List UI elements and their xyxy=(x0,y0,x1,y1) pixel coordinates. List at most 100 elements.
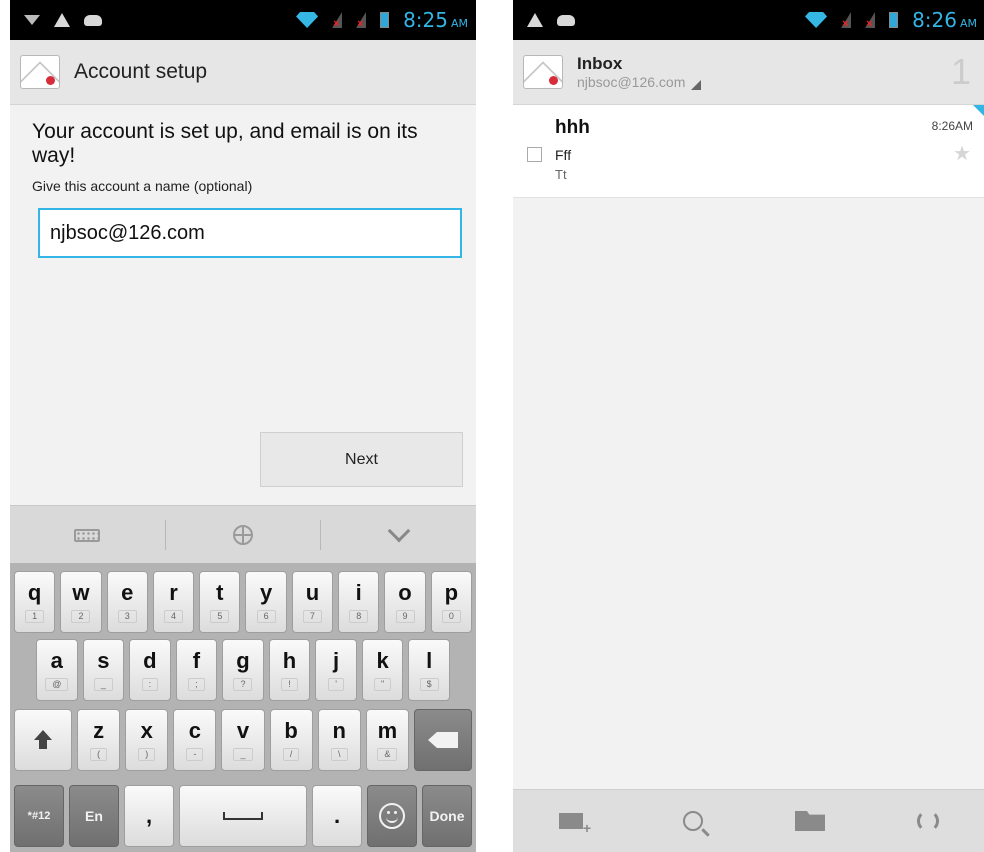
key-c[interactable]: c- xyxy=(173,709,217,771)
battery-icon xyxy=(380,12,390,28)
hide-keyboard-button[interactable] xyxy=(321,519,476,543)
message-checkbox[interactable] xyxy=(527,147,542,162)
key-sub-label: 4 xyxy=(164,609,184,623)
plus-icon: + xyxy=(582,820,591,836)
signal-icon xyxy=(356,12,366,30)
key-z[interactable]: z( xyxy=(77,709,121,771)
key-w[interactable]: w2 xyxy=(60,571,102,633)
signal-icon xyxy=(865,12,875,30)
action-bar: Account setup xyxy=(10,40,476,105)
key-e[interactable]: e3 xyxy=(106,571,148,633)
key-label: s xyxy=(97,647,110,673)
refresh-icon[interactable] xyxy=(917,810,939,832)
keyboard-row-4: *#12 En , . Done xyxy=(14,785,472,847)
key-sub-label: 6 xyxy=(256,609,276,623)
keyboard-switch-button[interactable] xyxy=(10,528,165,542)
key-m[interactable]: m & xyxy=(365,709,409,771)
account-name-input[interactable] xyxy=(38,208,462,258)
key-sub-label: 3 xyxy=(117,609,137,623)
symbols-key[interactable]: *#12 xyxy=(14,785,64,847)
keyboard-row-1: q1w2e3r4t5y6u7i8o9p0 xyxy=(14,571,472,633)
keyboard-row-3: z(x) c - v _ b / n \ m & xyxy=(14,709,472,771)
key-s[interactable]: s _ xyxy=(82,639,125,701)
key-k[interactable]: k " xyxy=(361,639,404,701)
key-sub-label: & xyxy=(377,747,398,761)
message-list-item[interactable]: hhh Fff Tt 8:26AM ★ xyxy=(513,105,984,198)
key-sub-label: ' xyxy=(328,677,344,691)
warning-icon xyxy=(527,13,543,27)
compose-button[interactable]: + xyxy=(559,808,591,836)
star-icon[interactable]: ★ xyxy=(953,141,971,166)
action-bar[interactable]: Inbox njbsoc@126.com 1 xyxy=(513,40,984,105)
status-clock: 8:25 AM xyxy=(403,8,468,32)
key-label: f xyxy=(192,647,201,673)
key-label: r xyxy=(169,579,178,605)
key-q[interactable]: q1 xyxy=(14,571,56,633)
comma-key-label: , xyxy=(145,803,153,828)
key-sub-label: $ xyxy=(419,677,439,691)
key-f[interactable]: f; xyxy=(175,639,218,701)
period-key-label: . xyxy=(333,803,341,828)
next-button[interactable]: Next xyxy=(260,432,463,487)
key-h[interactable]: h! xyxy=(268,639,311,701)
space-key[interactable] xyxy=(179,785,307,847)
key-u[interactable]: u7 xyxy=(291,571,334,633)
key-label: b xyxy=(284,717,298,743)
key-label: h xyxy=(282,647,297,673)
key-label: i xyxy=(355,579,362,605)
key-sub-label: ? xyxy=(233,677,253,691)
email-app-icon[interactable] xyxy=(523,55,563,89)
key-i[interactable]: i8 xyxy=(338,571,380,633)
key-sub-label: 9 xyxy=(395,609,415,623)
comma-key[interactable]: , xyxy=(124,785,174,847)
email-app-icon[interactable] xyxy=(20,55,60,89)
soft-keyboard: q1w2e3r4t5y6u7i8o9p0 a @ s _ d: f; g? h! j ' k " l $ … xyxy=(10,563,476,852)
emoji-key[interactable] xyxy=(367,785,417,847)
key-g[interactable]: g? xyxy=(222,639,264,701)
key-v[interactable]: v _ xyxy=(221,709,265,771)
key-sub-label: ; xyxy=(188,677,205,691)
search-icon[interactable] xyxy=(683,811,703,831)
key-j[interactable]: j ' xyxy=(315,639,357,701)
key-label: w xyxy=(72,579,90,605)
key-o[interactable]: o9 xyxy=(384,571,426,633)
signal-icon xyxy=(332,12,342,30)
key-sub-label: 1 xyxy=(25,609,45,623)
key-sub-label: / xyxy=(282,747,300,761)
key-sub-label: 8 xyxy=(349,609,369,623)
key-a[interactable]: a @ xyxy=(36,639,78,701)
key-label: m xyxy=(377,717,398,743)
key-label: y xyxy=(260,579,273,605)
done-key[interactable]: Done xyxy=(422,785,472,847)
key-b[interactable]: b / xyxy=(269,709,313,771)
key-d[interactable]: d: xyxy=(129,639,171,701)
mailbox-selector[interactable]: Inbox njbsoc@126.com xyxy=(577,54,702,90)
folder-icon[interactable] xyxy=(795,811,825,831)
key-label: t xyxy=(216,579,224,605)
key-sub-label: @ xyxy=(45,677,69,691)
key-label: n xyxy=(332,717,346,743)
key-label: j xyxy=(332,647,340,673)
language-button[interactable] xyxy=(166,525,321,545)
message-subject: Fff xyxy=(555,147,572,163)
period-key[interactable]: . xyxy=(312,785,362,847)
account-name-label: Give this account a name (optional) xyxy=(32,178,253,194)
key-sub-label: \ xyxy=(331,747,348,761)
key-t[interactable]: t5 xyxy=(199,571,241,633)
keyboard-icon xyxy=(74,528,101,542)
key-n[interactable]: n \ xyxy=(317,709,361,771)
message-sender: hhh xyxy=(555,117,590,138)
mailbox-title: Inbox xyxy=(577,54,623,73)
shift-key[interactable] xyxy=(14,709,72,771)
key-l[interactable]: l $ xyxy=(408,639,450,701)
key-label: c xyxy=(188,717,201,743)
key-r[interactable]: r4 xyxy=(152,571,195,633)
backspace-key[interactable] xyxy=(414,709,472,771)
key-y[interactable]: y6 xyxy=(245,571,287,633)
key-sub-label: ( xyxy=(90,747,108,761)
key-x[interactable]: x) xyxy=(125,709,169,771)
keyboard-row-2: a @ s _ d: f; g? h! j ' k " l $ xyxy=(36,639,450,701)
key-p[interactable]: p0 xyxy=(430,571,472,633)
language-key[interactable]: En xyxy=(69,785,119,847)
signal-icon xyxy=(841,12,851,30)
